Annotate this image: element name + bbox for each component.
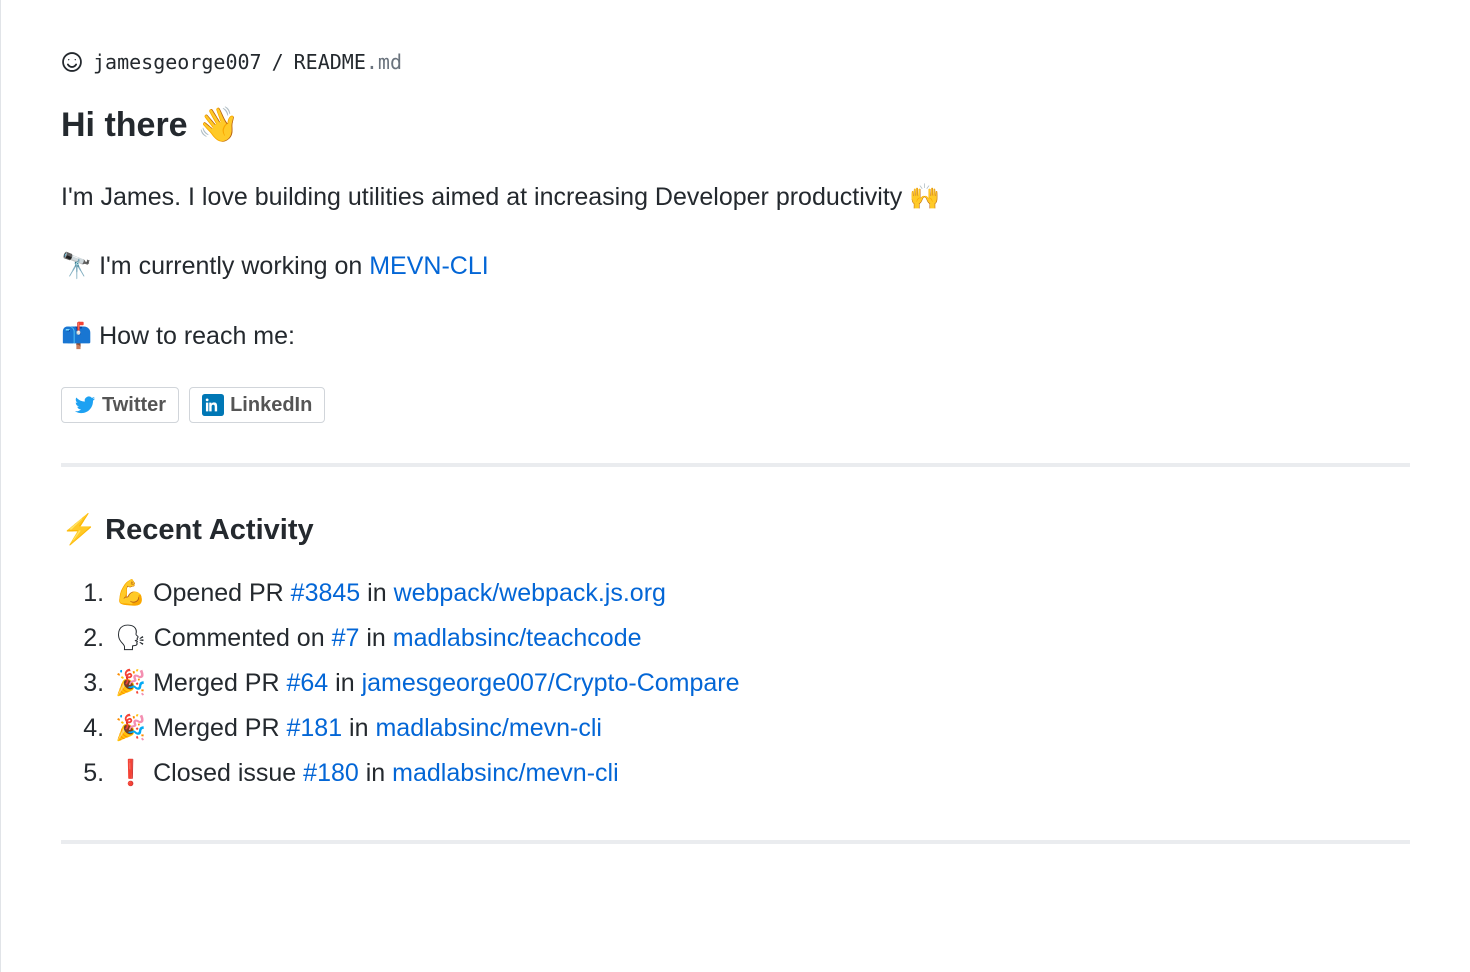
- list-item: 🎉 Merged PR #181 in madlabsinc/mevn-cli: [111, 706, 1410, 751]
- twitter-badge[interactable]: Twitter: [61, 387, 179, 423]
- smiley-icon: [61, 51, 83, 73]
- list-item: 🗣 Commented on #7 in madlabsinc/teachcod…: [111, 616, 1410, 661]
- readme-card: jamesgeorge007 / README.md Hi there 👋 I'…: [0, 0, 1470, 972]
- recent-activity-heading: ⚡ Recent Activity: [61, 513, 1410, 547]
- activity-prefix: Opened PR: [146, 579, 291, 607]
- breadcrumb: jamesgeorge007 / README.md: [61, 50, 1410, 74]
- twitter-badge-label: Twitter: [102, 395, 166, 415]
- activity-repo-link[interactable]: madlabsinc/mevn-cli: [375, 714, 601, 742]
- activity-ref-link[interactable]: #7: [332, 624, 360, 652]
- activity-emoji: ❗️: [115, 759, 146, 787]
- activity-mid: in: [359, 624, 392, 652]
- activity-ref-link[interactable]: #180: [303, 759, 359, 787]
- activity-prefix: Merged PR: [146, 669, 286, 697]
- working-prefix: 🔭 I'm currently working on: [61, 252, 369, 280]
- divider: [61, 463, 1410, 467]
- intro-text: I'm James. I love building utilities aim…: [61, 179, 1410, 217]
- activity-prefix: Commented on: [147, 624, 332, 652]
- activity-prefix: Merged PR: [146, 714, 286, 742]
- activity-emoji: 🎉: [115, 714, 146, 742]
- activity-repo-link[interactable]: madlabsinc/mevn-cli: [392, 759, 618, 787]
- breadcrumb-separator: /: [272, 50, 284, 74]
- activity-ref-link[interactable]: #181: [286, 714, 342, 742]
- activity-prefix: Closed issue: [146, 759, 303, 787]
- linkedin-badge-label: LinkedIn: [230, 395, 312, 415]
- breadcrumb-owner: jamesgeorge007: [93, 50, 262, 74]
- activity-emoji: 💪: [115, 579, 146, 607]
- twitter-icon: [74, 394, 96, 416]
- breadcrumb-filename: README.md: [294, 50, 402, 74]
- currently-working-on: 🔭 I'm currently working on MEVN-CLI: [61, 248, 1410, 286]
- activity-ref-link[interactable]: #3845: [291, 579, 361, 607]
- linkedin-badge[interactable]: LinkedIn: [189, 387, 325, 423]
- list-item: 💪 Opened PR #3845 in webpack/webpack.js.…: [111, 571, 1410, 616]
- activity-repo-link[interactable]: jamesgeorge007/Crypto-Compare: [362, 669, 740, 697]
- activity-repo-link[interactable]: madlabsinc/teachcode: [393, 624, 642, 652]
- activity-ref-link[interactable]: #64: [286, 669, 328, 697]
- divider: [61, 840, 1410, 844]
- activity-mid: in: [359, 759, 392, 787]
- activity-mid: in: [360, 579, 393, 607]
- activity-emoji: 🎉: [115, 669, 146, 697]
- activity-repo-link[interactable]: webpack/webpack.js.org: [394, 579, 666, 607]
- activity-emoji: 🗣: [115, 624, 147, 652]
- page-title: Hi there 👋: [61, 104, 1410, 147]
- activity-mid: in: [342, 714, 375, 742]
- list-item: 🎉 Merged PR #64 in jamesgeorge007/Crypto…: [111, 661, 1410, 706]
- linkedin-icon: [202, 394, 224, 416]
- activity-mid: in: [328, 669, 361, 697]
- recent-activity-list: 💪 Opened PR #3845 in webpack/webpack.js.…: [61, 571, 1410, 796]
- list-item: ❗️ Closed issue #180 in madlabsinc/mevn-…: [111, 751, 1410, 796]
- breadcrumb-filename-base: README: [294, 50, 366, 74]
- social-badges: Twitter LinkedIn: [61, 387, 1410, 423]
- breadcrumb-filename-ext: .md: [366, 50, 402, 74]
- working-project-link[interactable]: MEVN-CLI: [369, 252, 488, 280]
- reach-me-text: 📫 How to reach me:: [61, 318, 1410, 356]
